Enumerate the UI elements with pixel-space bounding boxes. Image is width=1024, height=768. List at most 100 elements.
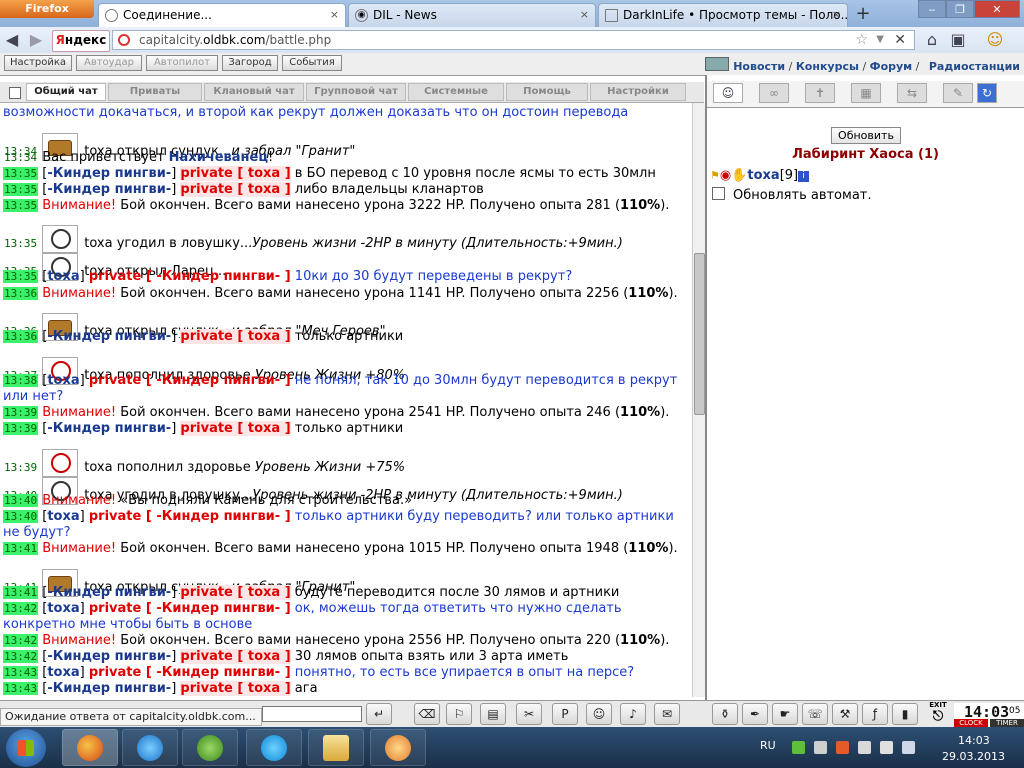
tab-privates[interactable]: Приваты: [108, 83, 202, 101]
players-tab-icon[interactable]: ☺: [713, 83, 743, 103]
door-icon[interactable]: ▮: [892, 703, 918, 725]
chat-log-icon[interactable]: ✉: [654, 703, 680, 725]
bookmark-star-icon[interactable]: ☆: [855, 31, 868, 49]
exit-button[interactable]: EXIT ⎋: [926, 701, 950, 725]
private-link[interactable]: private [ -Киндер пингви- ]: [89, 665, 291, 680]
tray-date[interactable]: 29.03.2013: [942, 750, 1005, 763]
private-link[interactable]: private [ -Киндер пингви- ]: [89, 509, 291, 524]
hand-icon[interactable]: ☛: [772, 703, 798, 725]
filter-icon[interactable]: ⚐: [446, 703, 472, 725]
auto-refresh-checkbox[interactable]: [712, 187, 725, 200]
private-link[interactable]: private [ -Киндер пингви- ]: [89, 269, 291, 284]
tab-system[interactable]: Системные: [408, 83, 504, 101]
taskbar-paint[interactable]: [370, 729, 426, 766]
private-link[interactable]: private [ toxa ]: [180, 585, 291, 600]
close-tab-icon[interactable]: ×: [580, 4, 589, 26]
tray-app-icon[interactable]: [836, 741, 849, 754]
autohit-button[interactable]: Автоудар: [76, 55, 142, 71]
yandex-search-button[interactable]: Яндекс: [52, 30, 110, 52]
flag-icon[interactable]: [880, 741, 893, 754]
nick-link[interactable]: -Киндер пингви-: [47, 585, 171, 600]
player-name[interactable]: toxa: [747, 168, 779, 183]
chat-input[interactable]: [262, 706, 362, 722]
nick-link[interactable]: -Киндер пингви-: [47, 329, 171, 344]
tab-dil-news[interactable]: ◉ DIL - News ×: [348, 3, 596, 27]
taskbar-utorrent[interactable]: [182, 729, 238, 766]
nick-link[interactable]: -Киндер пингви-: [47, 681, 171, 696]
smiles-icon[interactable]: ☺: [586, 703, 612, 725]
close-tab-icon[interactable]: ×: [330, 4, 339, 26]
info-icon[interactable]: i: [798, 171, 810, 182]
start-button[interactable]: [6, 729, 46, 767]
private-link[interactable]: private [ -Киндер пингви- ]: [89, 601, 291, 616]
tab-general-chat[interactable]: Общий чат: [26, 83, 106, 101]
nick-link[interactable]: -Киндер пингви-: [47, 649, 171, 664]
tab-help[interactable]: Помощь: [506, 83, 588, 101]
cross-tab-icon[interactable]: ✝: [805, 83, 835, 103]
url-bar[interactable]: capitalcity.oldbk.com/battle.php ☆ ▼ ✕: [112, 30, 915, 50]
private-link[interactable]: private [ toxa ]: [180, 421, 291, 436]
contests-link[interactable]: Конкурсы: [796, 60, 859, 73]
events-button[interactable]: События: [282, 55, 342, 71]
tab-darkinlife[interactable]: DarkInLife • Просмотр темы - Поло... ×: [598, 3, 848, 27]
maximize-icon[interactable]: ❐: [946, 0, 974, 18]
private-link[interactable]: private [ toxa ]: [180, 182, 291, 197]
translit-icon[interactable]: P: [552, 703, 578, 725]
private-link[interactable]: private [ toxa ]: [180, 329, 291, 344]
minimize-icon[interactable]: ‒: [918, 0, 946, 18]
nick-link[interactable]: toxa: [47, 269, 79, 284]
save-icon[interactable]: ▤: [480, 703, 506, 725]
dropdown-icon[interactable]: ▼: [876, 31, 884, 49]
tray-app-icon[interactable]: [792, 741, 805, 754]
potion-icon[interactable]: ⚱: [712, 703, 738, 725]
nick-link[interactable]: toxa: [47, 373, 79, 388]
radio-link[interactable]: Радиостанции: [929, 60, 1020, 73]
tab-group-chat[interactable]: Групповой чат: [306, 83, 406, 101]
scrollbar-thumb[interactable]: [694, 253, 705, 415]
tab-connecting[interactable]: Соединение... ×: [98, 3, 346, 27]
smiley-icon[interactable]: ☺: [985, 30, 1005, 50]
nick-link[interactable]: -Киндер пингви-: [47, 166, 171, 181]
group-tab-icon[interactable]: ∞: [759, 83, 789, 103]
chat-scrollbar[interactable]: [692, 103, 705, 697]
friends-icon[interactable]: ☏: [802, 703, 828, 725]
nick-link[interactable]: -Киндер пингви-: [47, 182, 171, 197]
forum-link[interactable]: Форум: [870, 60, 913, 73]
close-window-icon[interactable]: ✕: [974, 0, 1020, 18]
taskbar-ie[interactable]: [122, 729, 178, 766]
outoftown-button[interactable]: Загород: [222, 55, 278, 71]
private-link[interactable]: private [ toxa ]: [180, 681, 291, 696]
nick-link[interactable]: toxa: [47, 665, 79, 680]
eraser-icon[interactable]: ⌫: [414, 703, 440, 725]
refresh-tab-icon[interactable]: ↻: [977, 83, 997, 103]
addon-icon[interactable]: ▣: [948, 30, 968, 50]
refresh-button[interactable]: Обновить: [831, 127, 901, 144]
taskbar-explorer[interactable]: [308, 729, 364, 766]
private-link[interactable]: private [ toxa ]: [180, 649, 291, 664]
taskbar-skype[interactable]: [246, 729, 302, 766]
nick-link[interactable]: toxa: [47, 601, 79, 616]
taskbar-firefox[interactable]: [62, 729, 118, 766]
forward-icon[interactable]: ▶: [26, 30, 46, 50]
nick-link[interactable]: -Киндер пингви-: [47, 421, 171, 436]
scissors-icon[interactable]: ✂: [516, 703, 542, 725]
arrows-tab-icon[interactable]: ⇆: [897, 83, 927, 103]
items-tab-icon[interactable]: ▦: [851, 83, 881, 103]
scroll-tab-icon[interactable]: ✎: [943, 83, 973, 103]
inventory-icon[interactable]: ⚒: [832, 703, 858, 725]
forum-icon[interactable]: ƒ: [862, 703, 888, 725]
firefox-menu-button[interactable]: Firefox: [0, 0, 94, 18]
send-icon[interactable]: ↵: [366, 703, 392, 725]
sound-icon[interactable]: ♪: [620, 703, 646, 725]
volume-icon[interactable]: [902, 741, 915, 754]
nick-link[interactable]: toxa: [47, 509, 79, 524]
close-tab-icon[interactable]: ×: [832, 4, 841, 26]
back-icon[interactable]: ◀: [2, 30, 22, 50]
tray-time[interactable]: 14:03: [958, 734, 990, 747]
news-link[interactable]: Новости: [733, 60, 785, 73]
nick-link[interactable]: Нахичеванец: [169, 150, 268, 165]
language-indicator[interactable]: RU: [760, 739, 776, 752]
network-icon[interactable]: [858, 741, 871, 754]
private-link[interactable]: private [ -Киндер пингви- ]: [89, 373, 291, 388]
tab-clan-chat[interactable]: Клановый чат: [204, 83, 304, 101]
